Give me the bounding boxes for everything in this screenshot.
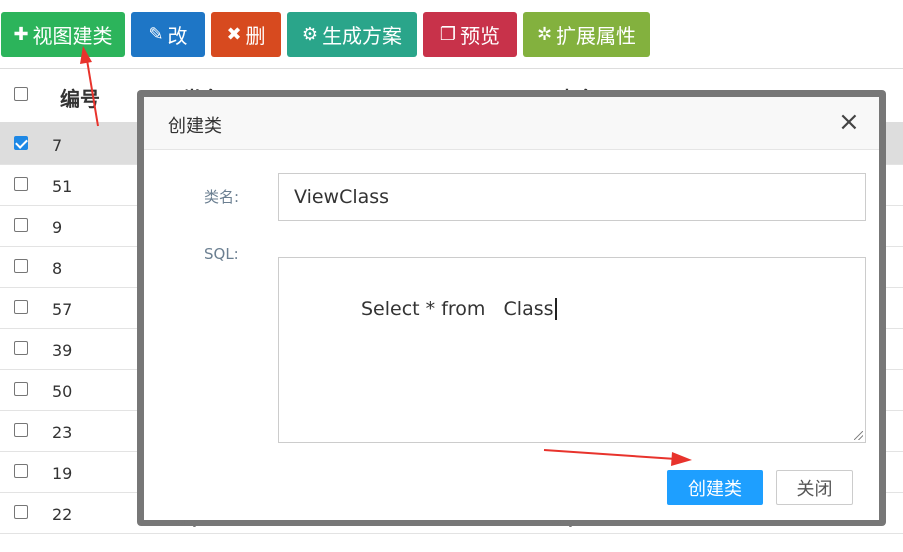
create-class-button[interactable]: 创建类 bbox=[667, 470, 763, 505]
class-name-input[interactable]: ViewClass bbox=[278, 173, 866, 221]
close-button[interactable]: 关闭 bbox=[776, 470, 853, 505]
dialog-title: 创建类 bbox=[168, 116, 222, 137]
sql-value: Select * from Class bbox=[361, 298, 557, 320]
class-name-label: 类名: bbox=[204, 188, 240, 206]
close-icon[interactable]: × bbox=[838, 109, 860, 135]
create-class-dialog: 创建类 × 类名: ViewClass SQL: Select * from C… bbox=[144, 97, 879, 520]
sql-textarea[interactable]: Select * from Class bbox=[278, 257, 866, 443]
resize-handle-icon[interactable] bbox=[854, 431, 863, 440]
class-name-value: ViewClass bbox=[294, 186, 390, 208]
modal-overlay: City City 创建类 × 类名: ViewClass SQL: Selec… bbox=[0, 0, 903, 552]
sql-label: SQL: bbox=[204, 245, 239, 263]
dialog-header: 创建类 × bbox=[144, 97, 879, 150]
